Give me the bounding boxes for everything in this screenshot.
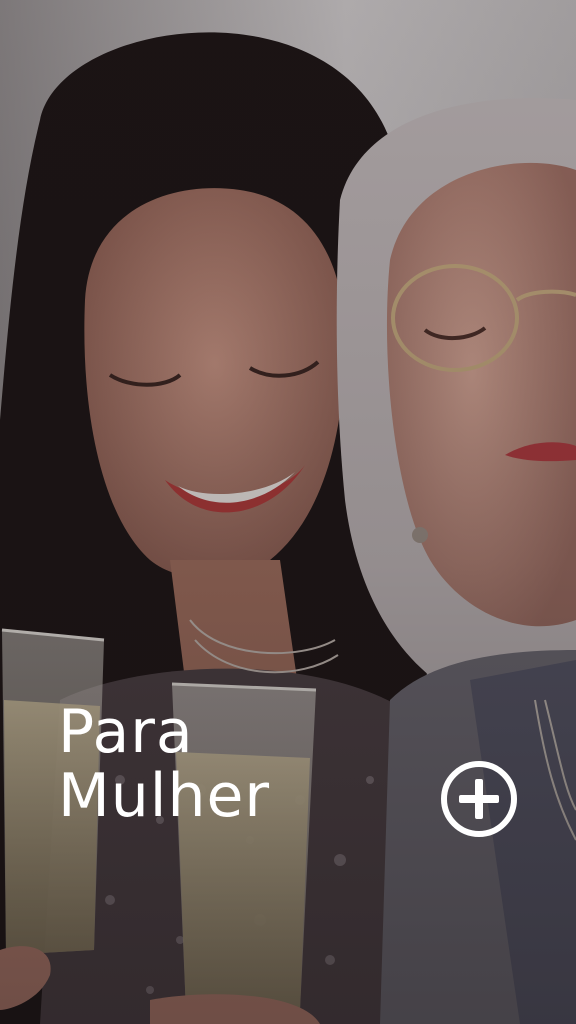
category-card-para-mulher[interactable]: Para Mulher (0, 0, 576, 1024)
card-title: Para Mulher (58, 700, 270, 828)
card-title-line-1: Para (58, 697, 194, 767)
card-title-line-2: Mulher (58, 761, 271, 831)
expand-button[interactable] (440, 760, 518, 838)
plus-circle-icon (441, 761, 517, 837)
dark-overlay (0, 0, 576, 1024)
